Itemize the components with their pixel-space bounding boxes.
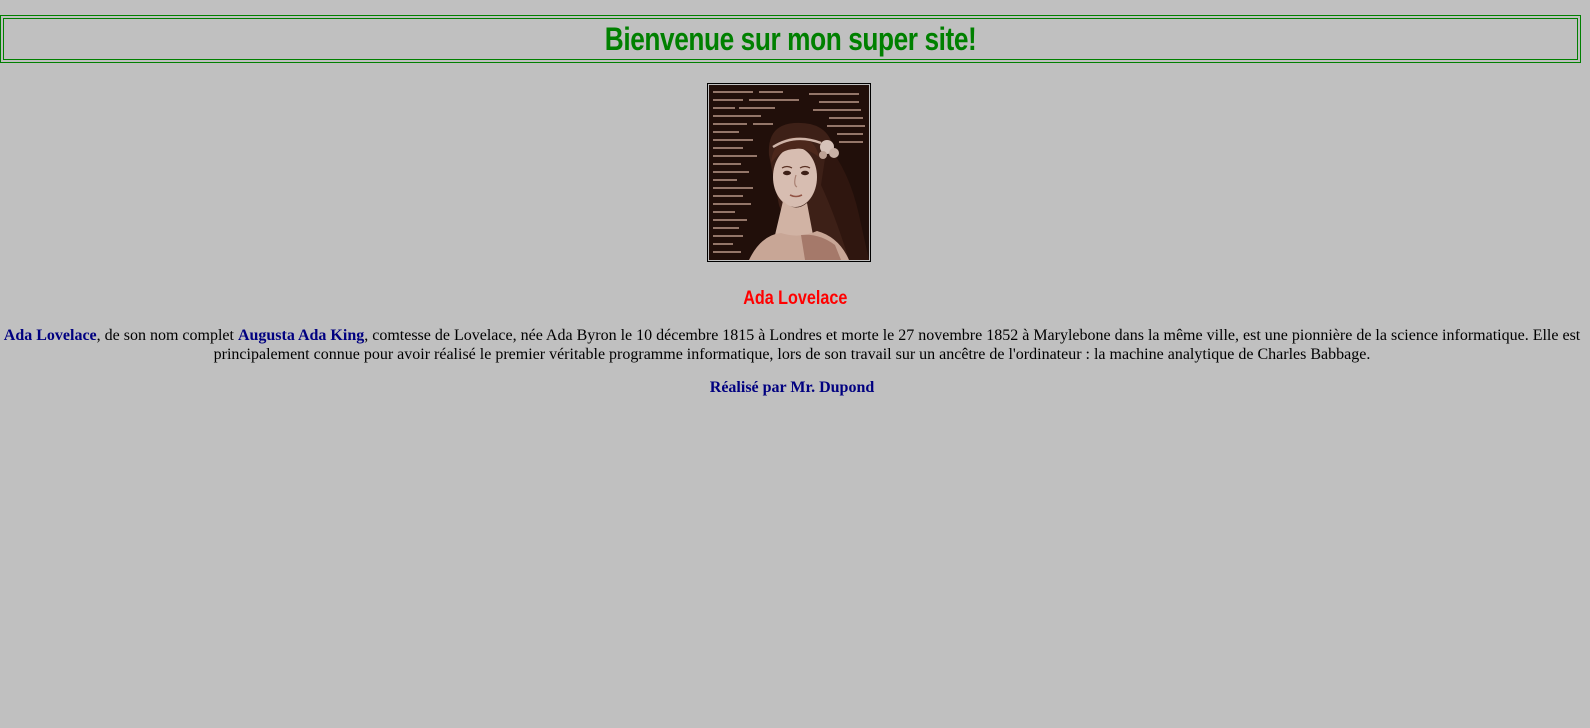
page: Bienvenue sur mon super site! Ada Lovela… — [0, 0, 1590, 728]
section-heading-wrapper: Ada Lovelace — [0, 288, 1590, 310]
bio-name-full: Augusta Ada King — [237, 327, 365, 344]
bio-text-1: , de son nom complet — [96, 327, 238, 344]
bio-text-2: , comtesse de Lovelace, née Ada Byron le… — [213, 327, 1581, 363]
portrait-frame — [707, 83, 871, 262]
footer-credit: Réalisé par Mr. Dupond — [709, 379, 875, 396]
bio-paragraph: Ada Lovelace, de son nom complet Augusta… — [0, 326, 1584, 364]
section-heading: Ada Lovelace — [742, 288, 848, 309]
bio-name-ada: Ada Lovelace — [3, 327, 97, 344]
portrait-image — [709, 85, 869, 260]
title-banner: Bienvenue sur mon super site! — [0, 15, 1581, 63]
page-title: Bienvenue sur mon super site! — [604, 21, 977, 57]
